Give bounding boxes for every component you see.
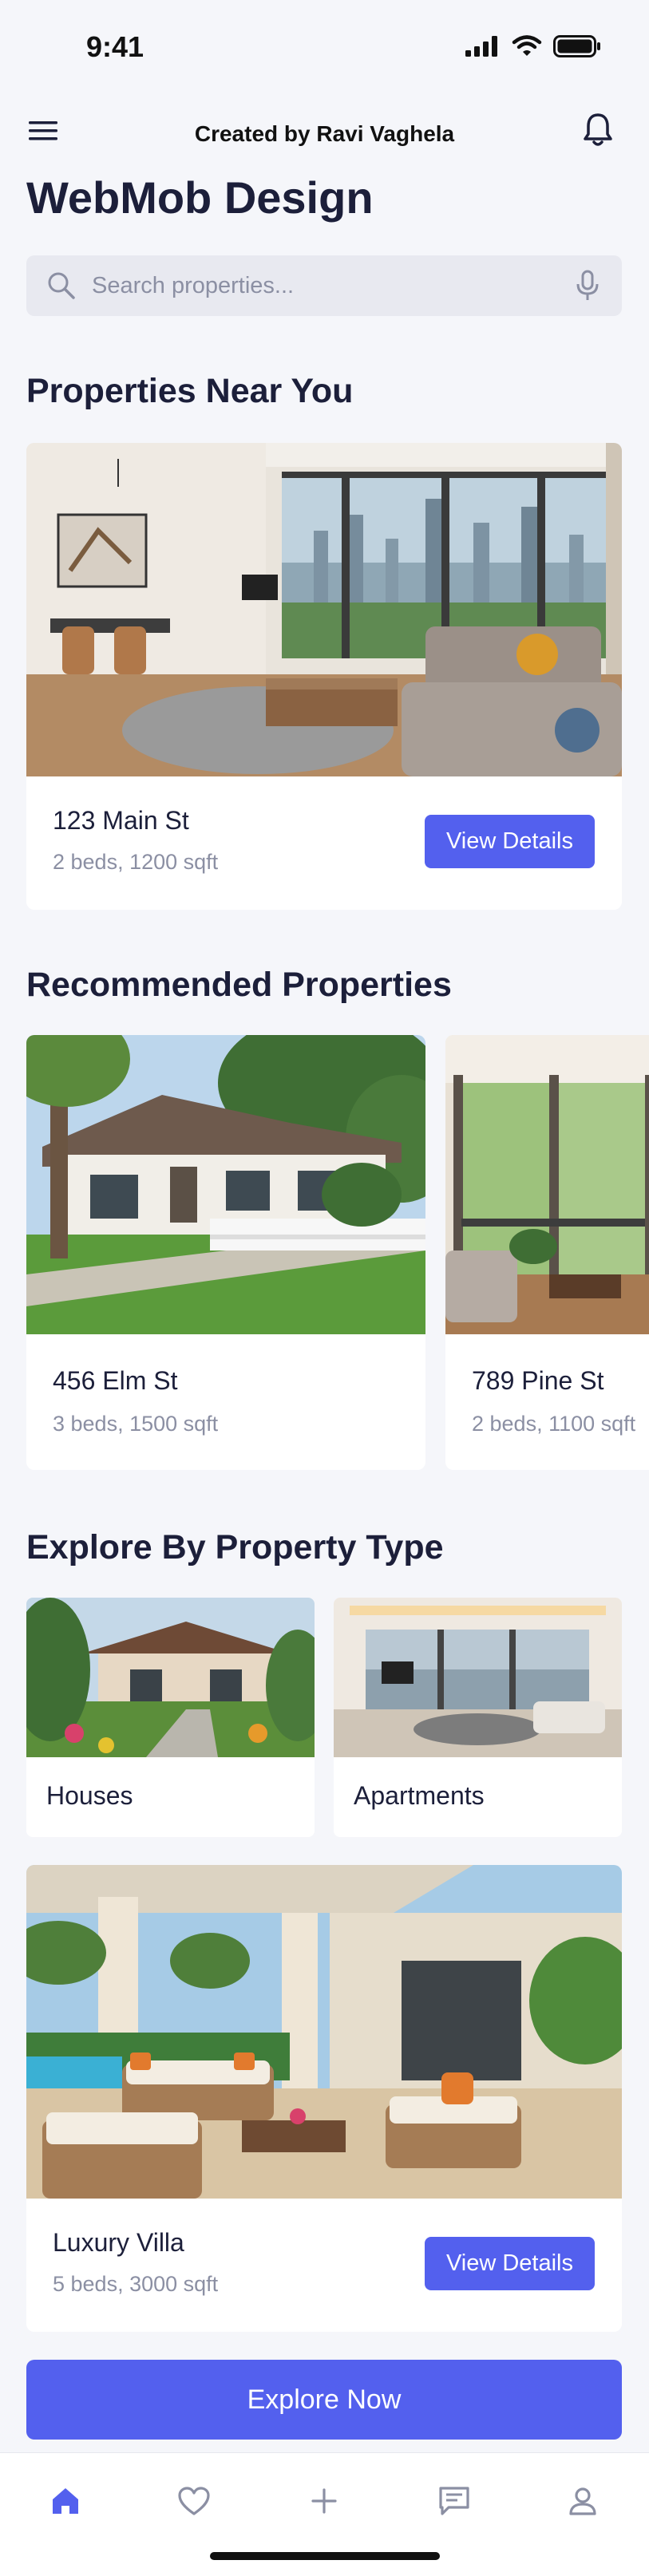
nav-profile[interactable] — [551, 2469, 615, 2533]
property-type-label: Houses — [46, 1781, 133, 1810]
apartment-interior-image — [445, 1035, 649, 1334]
status-icons — [465, 35, 601, 57]
property-details: 2 beds, 1100 sqft — [472, 1412, 636, 1436]
battery-icon — [553, 35, 600, 57]
living-room-image — [26, 443, 622, 776]
app-title: WebMob Design — [26, 172, 374, 223]
nav-add[interactable] — [292, 2469, 356, 2533]
property-type-label: Apartments — [354, 1781, 485, 1810]
signal-icon — [465, 36, 497, 57]
status-time: 9:41 — [86, 30, 144, 63]
property-address: 123 Main St — [53, 806, 189, 835]
property-address: 456 Elm St — [53, 1366, 178, 1395]
section-title-near-you: Properties Near You — [26, 372, 354, 410]
villa-name: Luxury Villa — [53, 2228, 184, 2257]
featured-villa-card[interactable]: Luxury Villa 5 beds, 3000 sqft View Deta… — [26, 1865, 622, 2332]
section-title-explore-type: Explore By Property Type — [26, 1528, 444, 1567]
search-input[interactable] — [92, 255, 539, 316]
nav-home[interactable] — [34, 2469, 97, 2533]
app-header: Created by Ravi Vaghela — [0, 104, 649, 160]
recommended-card[interactable]: 789 Pine St 2 beds, 1100 sqft — [445, 1035, 649, 1470]
view-details-button[interactable]: View Details — [425, 2237, 595, 2290]
houses-image — [26, 1598, 315, 1757]
view-details-button[interactable]: View Details — [425, 815, 595, 868]
plus-icon — [311, 2488, 337, 2514]
property-type-apartments[interactable]: Apartments — [334, 1598, 622, 1837]
home-indicator — [210, 2552, 440, 2560]
search-bar — [26, 255, 622, 316]
property-address: 789 Pine St — [472, 1366, 604, 1395]
recommended-card[interactable]: 456 Elm St 3 beds, 1500 sqft — [26, 1035, 425, 1470]
property-card-near-you[interactable]: 123 Main St 2 beds, 1200 sqft View Detai… — [26, 443, 622, 910]
notifications-button[interactable] — [582, 112, 617, 152]
property-details: 3 beds, 1500 sqft — [53, 1412, 219, 1436]
message-icon — [439, 2487, 469, 2515]
nav-favorites[interactable] — [162, 2469, 226, 2533]
status-bar: 9:41 — [0, 0, 649, 96]
home-icon — [53, 2488, 78, 2514]
recommended-carousel[interactable]: 456 Elm St 3 beds, 1500 sqft 789 Pine St… — [0, 1035, 649, 1470]
property-type-houses[interactable]: Houses — [26, 1598, 315, 1837]
heart-icon — [178, 2487, 210, 2515]
property-details: 2 beds, 1200 sqft — [53, 850, 219, 874]
villa-image — [26, 1865, 622, 2199]
apartments-image — [334, 1598, 622, 1757]
section-title-recommended: Recommended Properties — [26, 966, 452, 1004]
explore-now-button[interactable]: Explore Now — [26, 2360, 622, 2440]
profile-icon — [569, 2487, 596, 2515]
villa-details: 5 beds, 3000 sqft — [53, 2272, 219, 2296]
search-icon — [48, 272, 75, 299]
wifi-icon — [512, 35, 542, 56]
bell-icon — [584, 113, 612, 146]
nav-messages[interactable] — [422, 2469, 486, 2533]
header-title: Created by Ravi Vaghela — [194, 121, 455, 146]
house-image — [26, 1035, 425, 1334]
microphone-icon[interactable] — [576, 270, 600, 302]
